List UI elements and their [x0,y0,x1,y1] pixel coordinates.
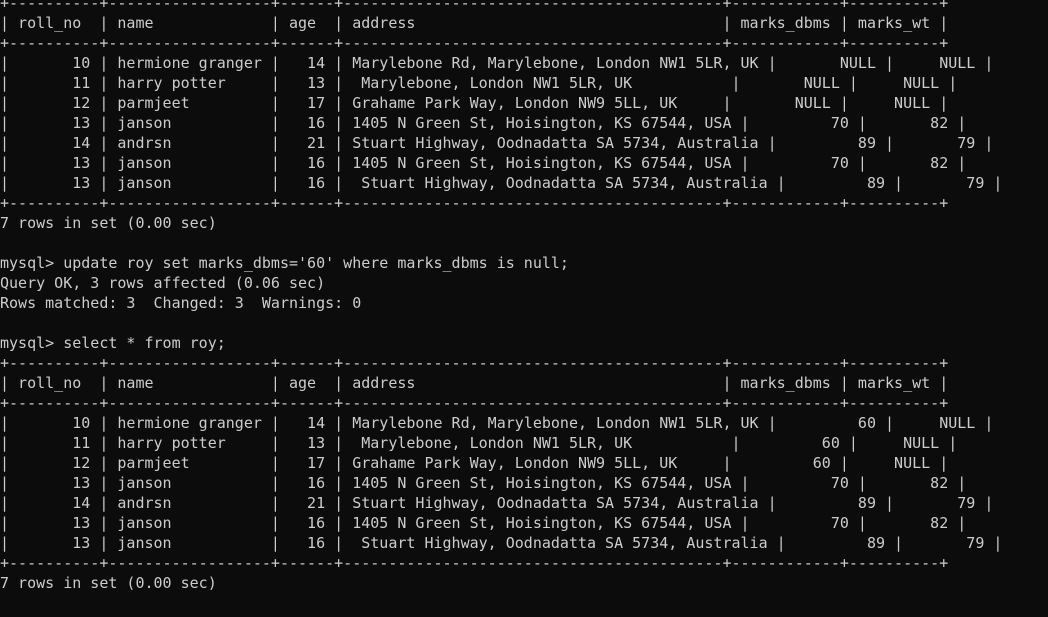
table-row: | 14 | andrsn | 21 | Stuart Highway, Ood… [0,494,994,512]
table-row: | 12 | parmjeet | 17 | Grahame Park Way,… [0,454,949,472]
table-border-bottom: +----------+------------------+------+--… [0,194,949,212]
table-border-header: +----------+------------------+------+--… [0,394,949,412]
table-row: | 13 | janson | 16 | 1405 N Green St, Ho… [0,154,967,172]
terminal-output[interactable]: +----------+------------------+------+--… [0,0,1048,617]
table-border-top: +----------+------------------+------+--… [0,0,949,12]
table-row: | 11 | harry potter | 13 | Marylebone, L… [0,434,958,452]
table-row: | 13 | janson | 16 | 1405 N Green St, Ho… [0,114,967,132]
table-border-top: +----------+------------------+------+--… [0,354,949,372]
table-row: | 10 | hermione granger | 14 | Marylebon… [0,54,994,72]
rows-matched-status: Rows matched: 3 Changed: 3 Warnings: 0 [0,294,362,312]
query-status: Query OK, 3 rows affected (0.06 sec) [0,274,326,292]
result-summary: 7 rows in set (0.00 sec) [0,574,217,592]
mysql-prompt-select: mysql> select * from roy; [0,334,226,352]
table-header-row: | roll_no | name | age | address | marks… [0,14,949,32]
result-summary: 7 rows in set (0.00 sec) [0,214,217,232]
table-row: | 13 | janson | 16 | Stuart Highway, Ood… [0,534,1003,552]
table-row: | 10 | hermione granger | 14 | Marylebon… [0,414,994,432]
table-row: | 13 | janson | 16 | 1405 N Green St, Ho… [0,474,967,492]
table-row: | 14 | andrsn | 21 | Stuart Highway, Ood… [0,134,994,152]
table-header-row: | roll_no | name | age | address | marks… [0,374,949,392]
table-row: | 13 | janson | 16 | Stuart Highway, Ood… [0,174,1003,192]
table-row: | 12 | parmjeet | 17 | Grahame Park Way,… [0,94,949,112]
mysql-prompt-update: mysql> update roy set marks_dbms='60' wh… [0,254,569,272]
table-row: | 11 | harry potter | 13 | Marylebone, L… [0,74,958,92]
table-row: | 13 | janson | 16 | 1405 N Green St, Ho… [0,514,967,532]
table-border-bottom: +----------+------------------+------+--… [0,554,949,572]
table-border-header: +----------+------------------+------+--… [0,34,949,52]
